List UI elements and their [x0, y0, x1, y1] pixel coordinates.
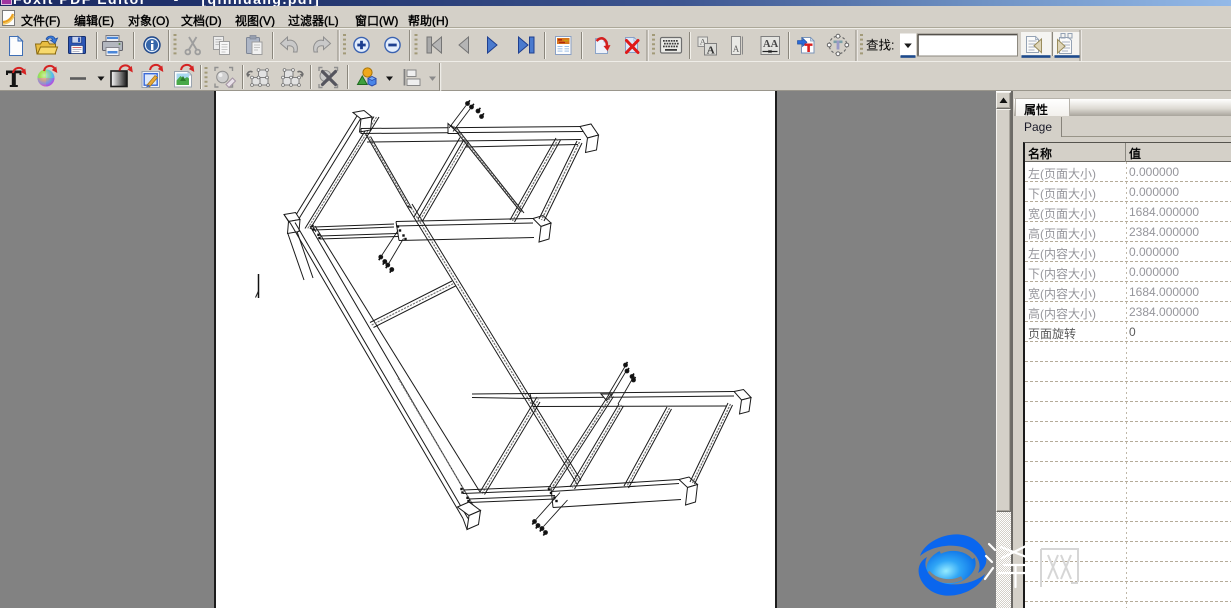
svg-text:A: A — [733, 44, 740, 54]
svg-text:A: A — [707, 44, 715, 56]
svg-text:查找:: 查找: — [866, 39, 894, 53]
svg-text:AA: AA — [763, 39, 779, 50]
